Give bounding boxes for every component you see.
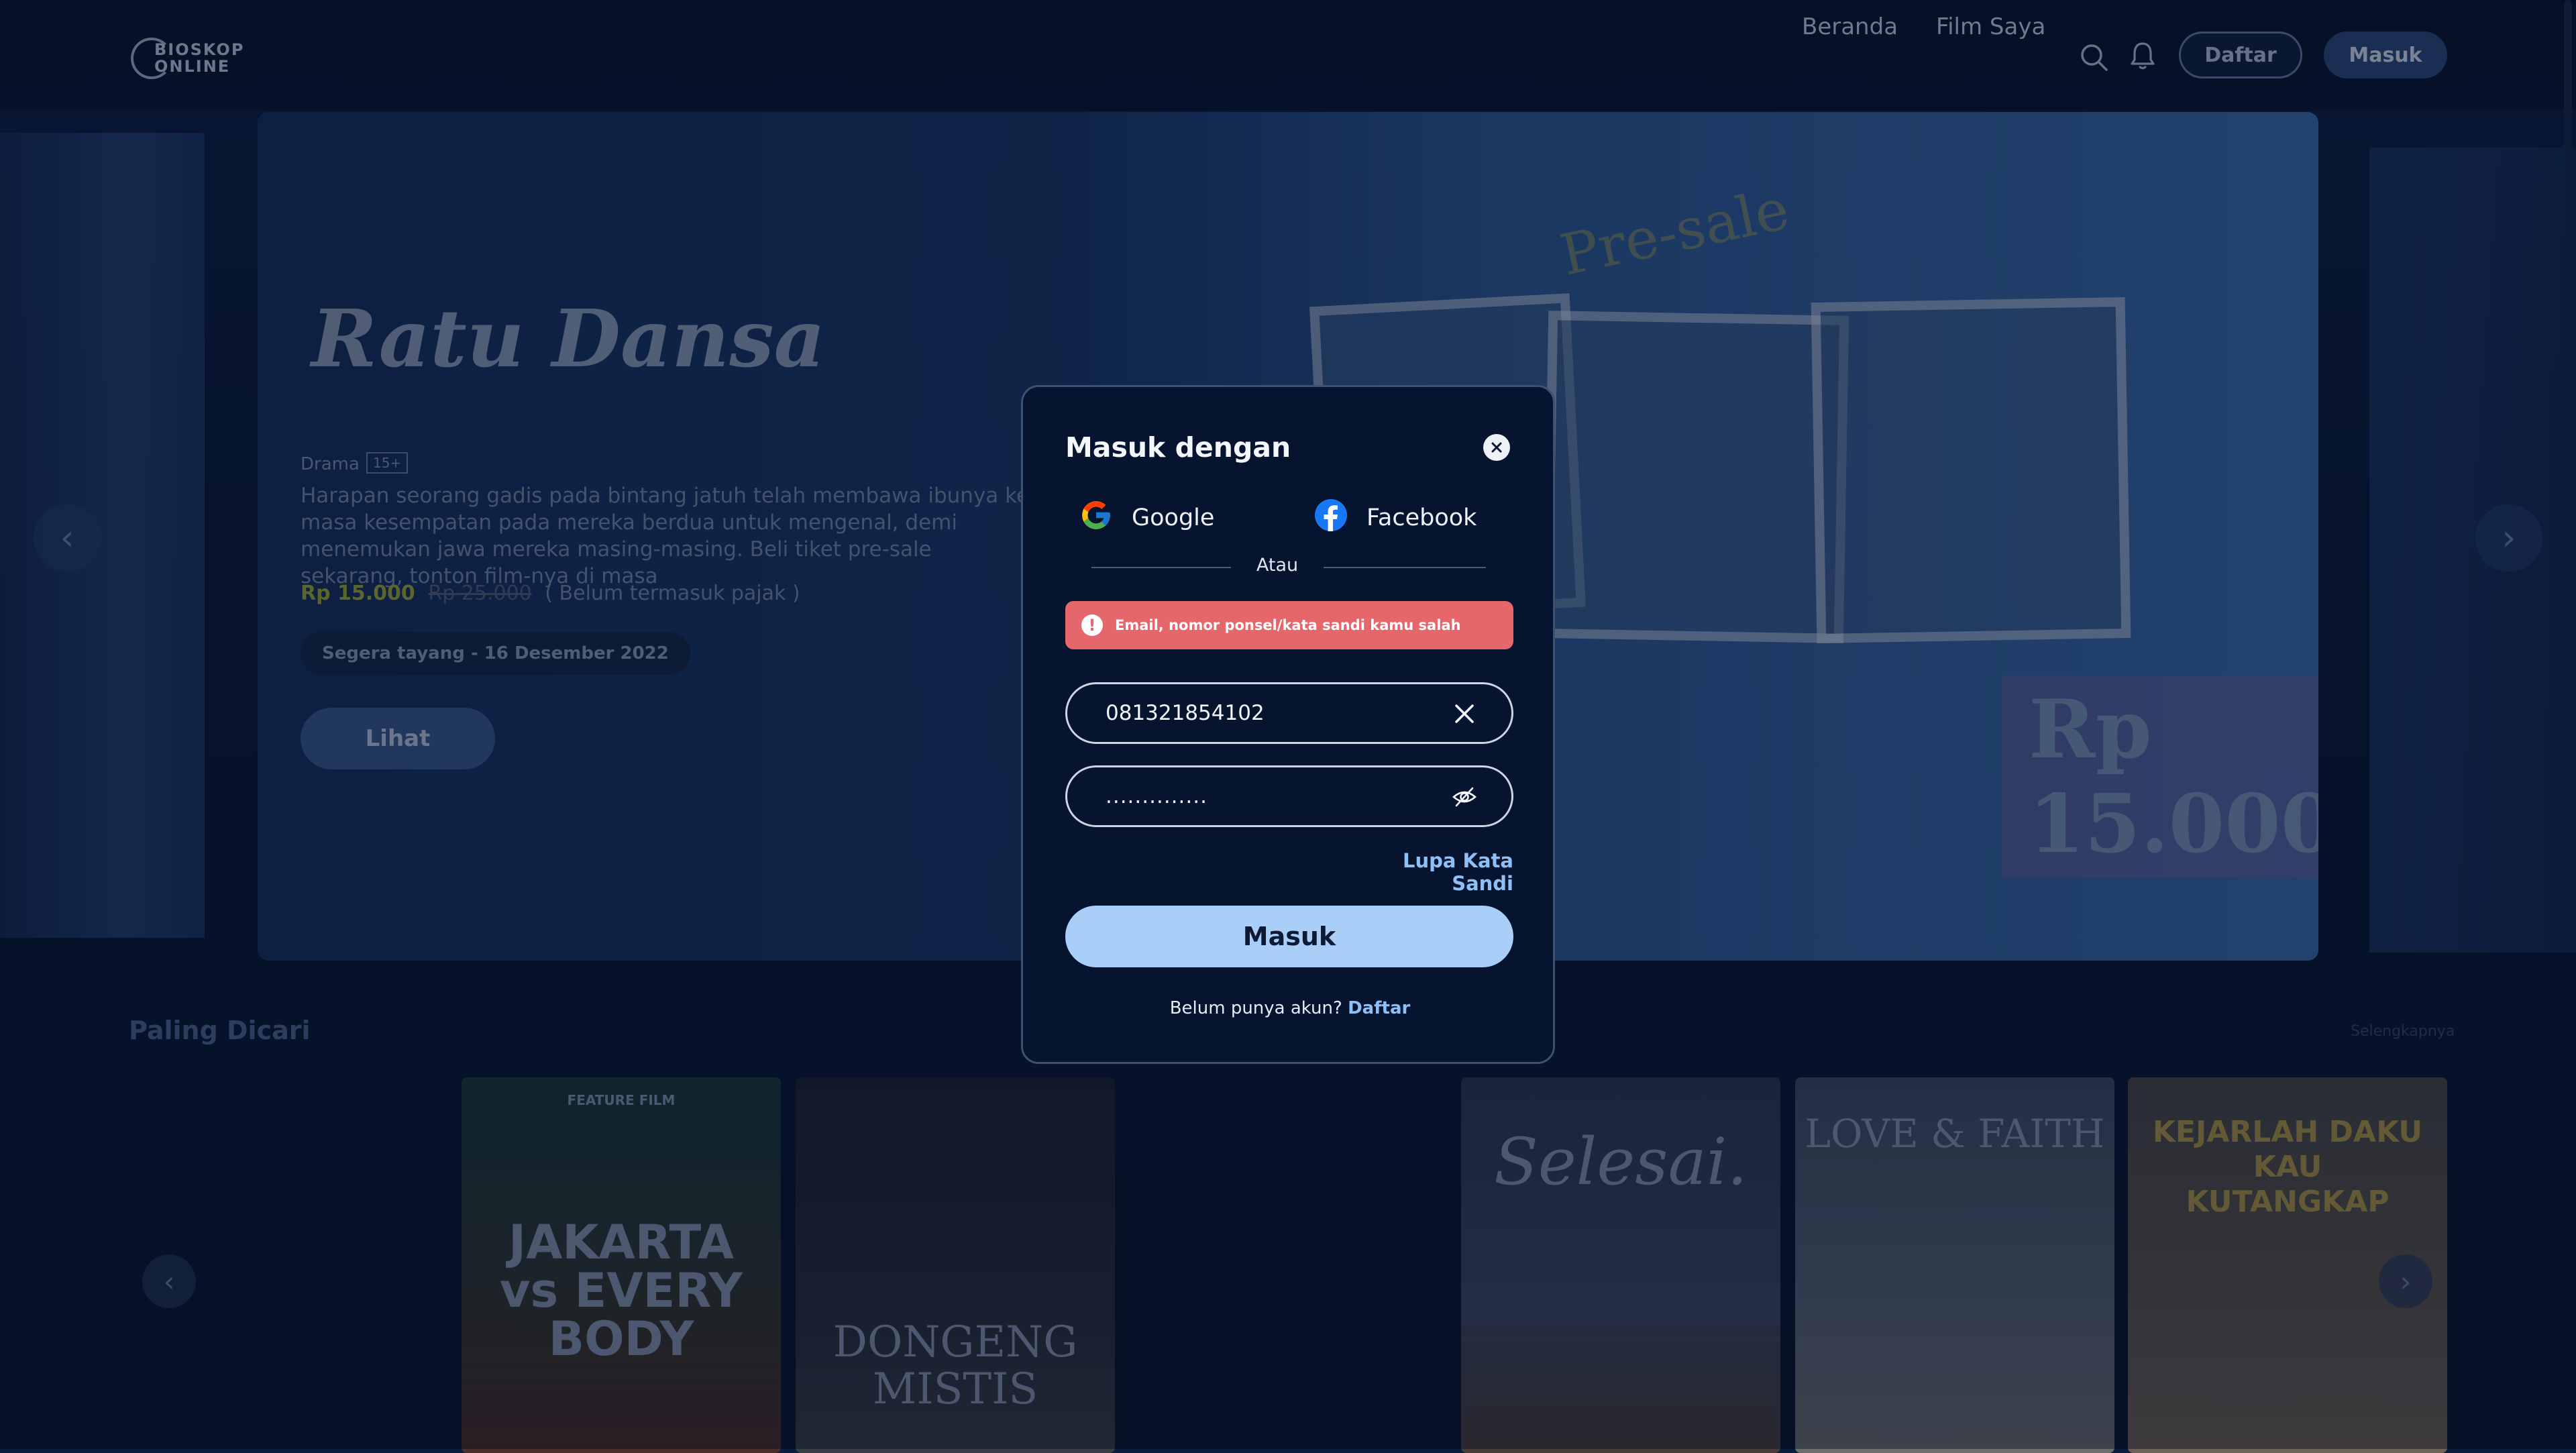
- phone-email-field[interactable]: [1065, 682, 1513, 744]
- login-modal: Masuk dengan Google Facebook Atau ! Emai…: [1021, 385, 1555, 1064]
- divider-text: Atau: [1256, 555, 1299, 576]
- google-icon: [1079, 498, 1113, 538]
- password-field[interactable]: [1065, 765, 1513, 827]
- google-label: Google: [1132, 504, 1215, 531]
- password-input[interactable]: [1104, 784, 1429, 809]
- facebook-login-button[interactable]: Facebook: [1314, 494, 1477, 541]
- alert-icon: !: [1081, 614, 1103, 636]
- facebook-icon: [1314, 498, 1348, 538]
- close-icon[interactable]: [1483, 434, 1510, 461]
- divider-line-left: [1091, 567, 1231, 568]
- signup-prompt-text: Belum punya akun?: [1169, 998, 1342, 1018]
- signup-prompt: Belum punya akun? Daftar: [1023, 998, 1557, 1018]
- forgot-password-link[interactable]: Lupa Kata Sandi: [1353, 849, 1513, 895]
- facebook-label: Facebook: [1366, 504, 1477, 531]
- google-login-button[interactable]: Google: [1079, 494, 1214, 541]
- signup-link[interactable]: Daftar: [1348, 998, 1410, 1018]
- clear-input-icon[interactable]: [1451, 700, 1478, 727]
- submit-login-button[interactable]: Masuk: [1065, 906, 1513, 967]
- error-alert: ! Email, nomor ponsel/kata sandi kamu sa…: [1065, 601, 1513, 649]
- toggle-password-visibility-icon[interactable]: [1451, 784, 1478, 810]
- phone-email-input[interactable]: [1104, 700, 1429, 726]
- error-message: Email, nomor ponsel/kata sandi kamu sala…: [1115, 617, 1461, 633]
- divider-line-right: [1324, 567, 1486, 568]
- modal-title: Masuk dengan: [1065, 431, 1291, 464]
